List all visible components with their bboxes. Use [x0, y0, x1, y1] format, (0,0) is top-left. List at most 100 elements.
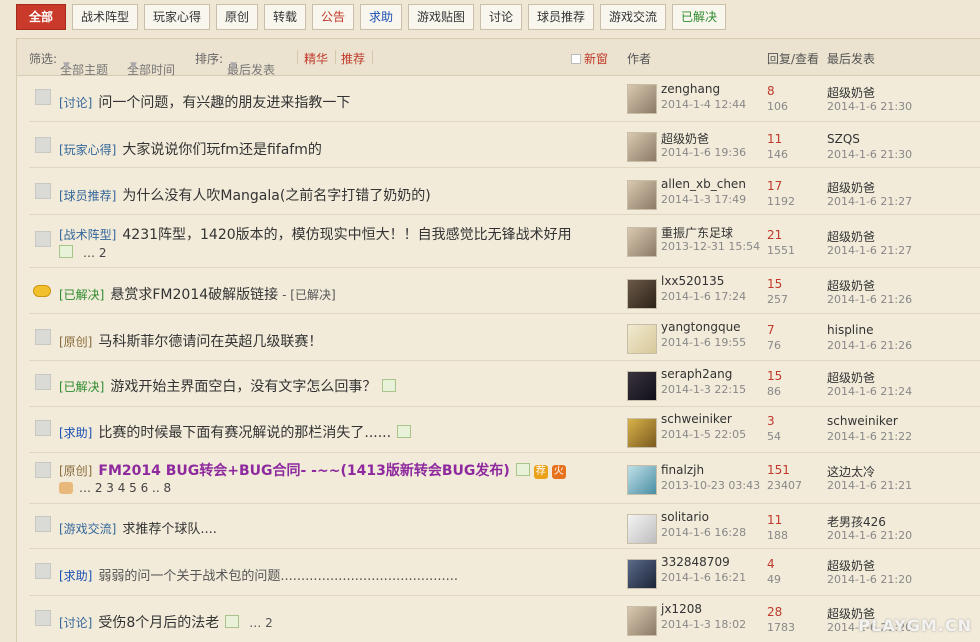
thread-reply-count[interactable]: 11 — [767, 132, 782, 146]
last-poster-link[interactable]: 这边太冷 — [827, 463, 875, 480]
thread-title-link[interactable]: 游戏开始主界面空白，没有文字怎么回事？ — [110, 379, 376, 395]
thread-title-link[interactable]: 问一个问题，有兴趣的朋友进来指教一下 — [98, 95, 350, 111]
last-post-time-link[interactable]: 2014-1-6 21:24 — [827, 385, 912, 398]
tab-repost[interactable]: 转载 — [264, 4, 306, 30]
tab-help[interactable]: 求助 — [360, 4, 402, 30]
avatar[interactable] — [627, 180, 657, 210]
thread-category-link[interactable]: [战术阵型] — [59, 228, 116, 242]
thread-title-link[interactable]: 大家说说你们玩fm还是fifafm的 — [122, 142, 321, 158]
page-links[interactable]: … 2 3 4 5 6 .. 8 — [79, 481, 171, 495]
thread-reply-count[interactable]: 11 — [767, 513, 782, 527]
thread-reply-count[interactable]: 15 — [767, 277, 782, 291]
thread-category-link[interactable]: [讨论] — [59, 96, 92, 110]
thread-title-link[interactable]: 比赛的时候最下面有赛况解说的那栏消失了...... — [98, 425, 391, 441]
filter-recommend-link[interactable]: 推荐 — [341, 50, 365, 67]
thread-reply-count[interactable]: 4 — [767, 557, 775, 571]
thread-row[interactable]: [原创] FM2014 BUG转会+BUG合同- -~~(1413版新转会BUG发… — [29, 453, 980, 504]
avatar[interactable] — [627, 559, 657, 589]
thread-reply-count[interactable]: 21 — [767, 228, 782, 242]
new-window-checkbox[interactable] — [571, 54, 581, 64]
thread-row[interactable]: [求助] 弱弱的问一个关于战术包的问题......................… — [29, 549, 980, 596]
thread-reply-count[interactable]: 8 — [767, 84, 775, 98]
thread-title-link[interactable]: 求推荐个球队.... — [122, 522, 217, 537]
tab-screenshots[interactable]: 游戏贴图 — [408, 4, 474, 30]
last-poster-link[interactable]: 超级奶爸 — [827, 557, 875, 574]
avatar[interactable] — [627, 84, 657, 114]
tab-game-exchange[interactable]: 游戏交流 — [600, 4, 666, 30]
last-post-time-link[interactable]: 2014-1-6 21:22 — [827, 430, 912, 443]
thread-reply-count[interactable]: 3 — [767, 414, 775, 428]
thread-reply-count[interactable]: 28 — [767, 605, 782, 619]
thread-author-link[interactable]: 重振广东足球 — [661, 224, 733, 241]
thread-title-link[interactable]: 4231阵型，1420版本的，模仿现实中恒大！！自我感觉比无锋战术好用 — [122, 227, 571, 243]
thread-category-link[interactable]: [游戏交流] — [59, 522, 116, 536]
last-post-time-link[interactable]: 2014-1-6 21:26 — [827, 293, 912, 306]
tab-original[interactable]: 原创 — [216, 4, 258, 30]
last-post-time-link[interactable]: 2014-1-6 21:26 — [827, 339, 912, 352]
last-poster-link[interactable]: 老男孩426 — [827, 513, 886, 530]
thread-title-link[interactable]: 马科斯菲尔德请问在英超几级联赛！ — [98, 334, 322, 350]
thread-row[interactable]: [玩家心得] 大家说说你们玩fm还是fifafm的 超级奶爸 2014-1-6 1… — [29, 122, 980, 168]
thread-row[interactable]: [原创] 马科斯菲尔德请问在英超几级联赛！ yangtongque 2014-1-… — [29, 314, 980, 361]
thread-author-link[interactable]: jx1208 — [661, 602, 702, 616]
thread-row[interactable]: [战术阵型] 4231阵型，1420版本的，模仿现实中恒大！！自我感觉比无锋战术好… — [29, 215, 980, 268]
thread-title-link[interactable]: 悬赏求FM2014破解版链接 — [110, 287, 278, 303]
thread-category-link[interactable]: [球员推荐] — [59, 189, 116, 203]
last-post-time-link[interactable]: 2014-1-6 21:27 — [827, 195, 912, 208]
thread-reply-count[interactable]: 17 — [767, 179, 782, 193]
last-poster-link[interactable]: 超级奶爸 — [827, 228, 875, 245]
last-poster-link[interactable]: hispline — [827, 323, 873, 337]
avatar[interactable] — [627, 465, 657, 495]
thread-row[interactable]: [讨论] 问一个问题，有兴趣的朋友进来指教一下 zenghang 2014-1-4… — [29, 76, 980, 122]
thread-title-link[interactable]: 受伤8个月后的法老 — [98, 615, 219, 631]
thread-author-link[interactable]: finalzjh — [661, 463, 704, 477]
thread-row[interactable]: [已解决] 游戏开始主界面空白，没有文字怎么回事？ seraph2ang 2014… — [29, 361, 980, 407]
last-post-time-link[interactable]: 2014-1-6 21:21 — [827, 479, 912, 492]
last-poster-link[interactable]: 超级奶爸 — [827, 84, 875, 101]
tab-discussion[interactable]: 讨论 — [480, 4, 522, 30]
avatar[interactable] — [627, 227, 657, 257]
thread-row[interactable]: [讨论] 受伤8个月后的法老 … 2 jx1208 2014-1-3 18:02 2… — [29, 596, 980, 642]
last-post-time-link[interactable]: 2014-1-6 21:20 — [827, 573, 912, 586]
thread-author-link[interactable]: seraph2ang — [661, 367, 732, 381]
thread-reply-count[interactable]: 7 — [767, 323, 775, 337]
thread-row[interactable]: [球员推荐] 为什么没有人吹Mangala(之前名字打错了奶奶的) allen_x… — [29, 168, 980, 215]
last-poster-link[interactable]: schweiniker — [827, 414, 898, 428]
thread-author-link[interactable]: solitario — [661, 510, 709, 524]
avatar[interactable] — [627, 514, 657, 544]
last-post-time-link[interactable]: 2014-1-6 21:30 — [827, 148, 912, 161]
thread-category-link[interactable]: [求助] — [59, 569, 92, 583]
thread-title-link[interactable]: 为什么没有人吹Mangala(之前名字打错了奶奶的) — [122, 188, 430, 204]
thread-category-link[interactable]: [已解决] — [59, 288, 104, 302]
page-links[interactable]: … 2 — [83, 246, 106, 260]
thread-reply-count[interactable]: 151 — [767, 463, 790, 477]
avatar[interactable] — [627, 279, 657, 309]
last-poster-link[interactable]: 超级奶爸 — [827, 179, 875, 196]
thread-category-link[interactable]: [玩家心得] — [59, 143, 116, 157]
tab-solved[interactable]: 已解决 — [672, 4, 726, 30]
last-post-time-link[interactable]: 2014-1-6 21:27 — [827, 244, 912, 257]
thread-category-link[interactable]: [求助] — [59, 426, 92, 440]
thread-category-link[interactable]: [讨论] — [59, 616, 92, 630]
last-poster-link[interactable]: SZQS — [827, 132, 860, 146]
avatar[interactable] — [627, 132, 657, 162]
filter-digest-link[interactable]: 精华 — [304, 50, 328, 67]
thread-category-link[interactable]: [原创] — [59, 335, 92, 349]
thread-row[interactable]: [游戏交流] 求推荐个球队.... solitario 2014-1-6 16:2… — [29, 504, 980, 549]
last-post-time-link[interactable]: 2014-1-6 21:20 — [827, 529, 912, 542]
thread-title-link[interactable]: 弱弱的问一个关于战术包的问题..........................… — [98, 569, 458, 584]
page-links[interactable]: … 2 — [249, 616, 272, 630]
last-poster-link[interactable]: 超级奶爸 — [827, 277, 875, 294]
thread-author-link[interactable]: schweiniker — [661, 412, 732, 426]
thread-author-link[interactable]: 超级奶爸 — [661, 130, 709, 147]
thread-category-link[interactable]: [原创] — [59, 464, 92, 478]
avatar[interactable] — [627, 371, 657, 401]
thread-reply-count[interactable]: 15 — [767, 369, 782, 383]
avatar[interactable] — [627, 606, 657, 636]
tab-announcement[interactable]: 公告 — [312, 4, 354, 30]
tab-tactics[interactable]: 战术阵型 — [72, 4, 138, 30]
tab-all[interactable]: 全部 — [16, 4, 66, 30]
avatar[interactable] — [627, 324, 657, 354]
tab-player-experience[interactable]: 玩家心得 — [144, 4, 210, 30]
avatar[interactable] — [627, 418, 657, 448]
